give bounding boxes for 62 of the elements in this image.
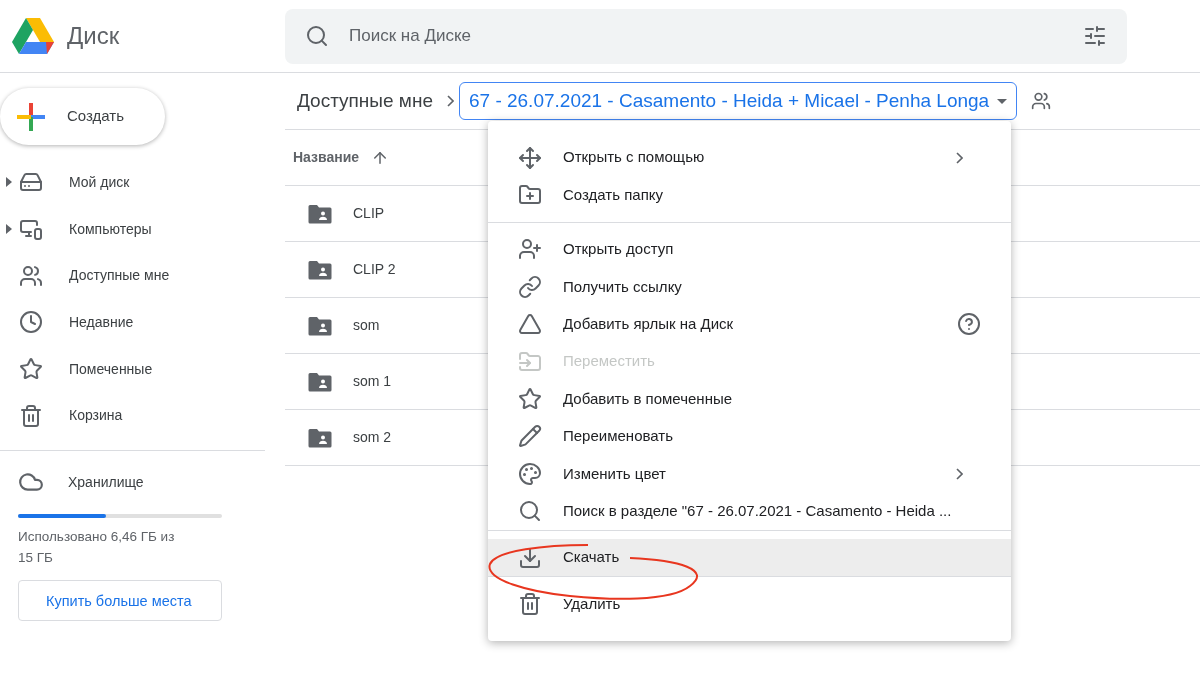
dropdown-caret-icon [997, 98, 1008, 104]
app-title: Диск [67, 21, 120, 51]
nav-item[interactable]: Помеченные [69, 358, 153, 380]
people-icon [19, 263, 43, 288]
shared-people-icon[interactable] [1031, 91, 1052, 111]
menu-item[interactable]: Открыть доступ [488, 230, 1011, 269]
nav-item[interactable]: Компьютеры [69, 218, 152, 240]
menu-item[interactable]: Открыть с помощью [488, 139, 1011, 177]
folder-name[interactable]: CLIP [353, 203, 385, 224]
pencil-icon [518, 424, 542, 449]
buy-storage-button[interactable]: Купить больше места [18, 580, 222, 622]
folder-move-icon [518, 349, 542, 374]
shared-folder-icon [308, 371, 332, 392]
menu-item[interactable]: Переименовать [488, 417, 1011, 456]
menu-item[interactable]: Получить ссылку [488, 268, 1011, 306]
shared-folder-icon [308, 427, 332, 448]
shared-folder-icon [308, 315, 332, 336]
plus-icon [15, 100, 47, 133]
shared-folder-icon [308, 259, 332, 280]
menu-item[interactable]: Создать папку [488, 176, 1011, 214]
search-input[interactable]: Поиск на Диске [349, 23, 1067, 49]
search-icon[interactable] [305, 24, 329, 48]
nav-item[interactable]: Доступные мне [69, 265, 170, 287]
folder-name[interactable]: CLIP 2 [353, 259, 396, 280]
shortcut-icon [518, 312, 542, 337]
help-icon[interactable] [957, 312, 981, 337]
menu-item[interactable]: Скачать [488, 538, 1011, 577]
menu-item[interactable]: Удалить [488, 585, 1011, 623]
trash-icon [19, 403, 43, 428]
folder-dropdown[interactable]: 67 - 26.07.2021 - Casamento - Heida + Micael - Penha Longa [458, 82, 1018, 120]
clock-icon [19, 310, 43, 335]
filter-icon[interactable] [1083, 24, 1107, 48]
menu-item[interactable]: Добавить ярлык на Диск [488, 305, 1011, 343]
shared-folder-icon [308, 203, 332, 224]
expand-arrow-icon[interactable] [6, 177, 12, 188]
person-plus-icon [518, 237, 542, 262]
link-icon [518, 274, 542, 299]
menu-item[interactable]: Добавить в помеченные [488, 380, 1011, 418]
expand-arrow-icon[interactable] [6, 224, 12, 235]
folder-name[interactable]: som 1 [353, 371, 392, 392]
create-button[interactable]: Создать [0, 88, 165, 145]
search-field[interactable]: Поиск на Диске [285, 8, 1127, 64]
chevron-right-icon [446, 95, 454, 107]
drive-logo-icon [11, 17, 55, 55]
search-icon [518, 499, 542, 524]
nav-item[interactable]: Мой диск [69, 171, 130, 193]
star-icon [19, 357, 43, 382]
star-icon [518, 387, 542, 412]
folder-name[interactable]: som [353, 315, 380, 336]
breadcrumb-link[interactable]: Доступные мне [297, 86, 433, 116]
computers-icon [19, 217, 43, 242]
trash-icon [518, 592, 542, 616]
nav-item[interactable]: Недавние [69, 311, 134, 333]
folder-name[interactable]: som 2 [353, 427, 392, 448]
nav-item[interactable]: Корзина [69, 405, 123, 427]
palette-icon [518, 461, 542, 486]
arrows-icon [518, 145, 542, 170]
storage-usage: Использовано 6,46 ГБ из 15 ГБ [18, 528, 176, 568]
column-header[interactable]: Название [293, 147, 360, 168]
menu-item[interactable]: Поиск в разделе "67 - 26.07.2021 - Casamento - Heida ... [488, 492, 1011, 530]
menu-item[interactable]: Изменить цвет [488, 455, 1011, 493]
storage-label: Хранилище [68, 472, 144, 492]
